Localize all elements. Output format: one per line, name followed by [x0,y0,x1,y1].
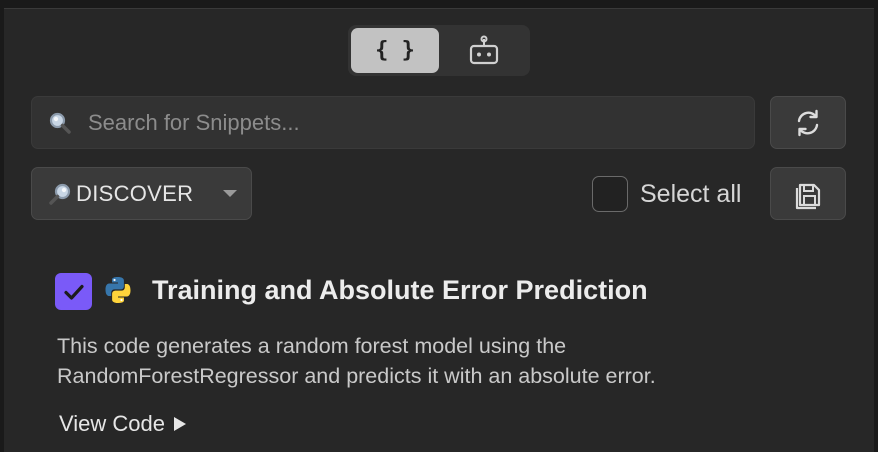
magnifier-icon [49,183,71,205]
search-input[interactable] [86,108,690,137]
view-code-link[interactable]: View Code [59,411,186,437]
play-triangle-icon [174,417,186,431]
view-toggle-group: { } [348,25,530,76]
snippet-title: Training and Absolute Error Prediction [152,275,648,305]
refresh-icon [797,109,819,136]
refresh-button[interactable] [770,96,846,149]
discover-dropdown[interactable]: DISCOVER [31,167,252,220]
assistant-toggle[interactable] [440,28,528,73]
snippet-checkbox[interactable] [55,273,92,310]
select-all-checkbox[interactable] [592,176,628,212]
robot-icon [469,35,499,64]
search-bar [31,96,755,149]
save-button[interactable] [770,167,846,220]
magnifier-icon [49,112,71,134]
code-snippets-toggle[interactable]: { } [351,28,439,73]
select-all-label: Select all [640,179,742,208]
python-icon [105,277,131,303]
snippets-panel: { } Search for Snippets... DISCOVER Sele… [4,8,874,452]
view-code-label: View Code [59,411,165,436]
discover-label: DISCOVER [76,180,194,206]
save-icon [795,183,821,209]
code-braces-icon: { } [375,38,415,63]
checkmark-icon [63,284,84,300]
snippet-description: This code generates a random forest mode… [57,334,656,388]
select-all-control[interactable]: Select all [592,175,741,213]
chevron-down-icon [223,190,237,197]
